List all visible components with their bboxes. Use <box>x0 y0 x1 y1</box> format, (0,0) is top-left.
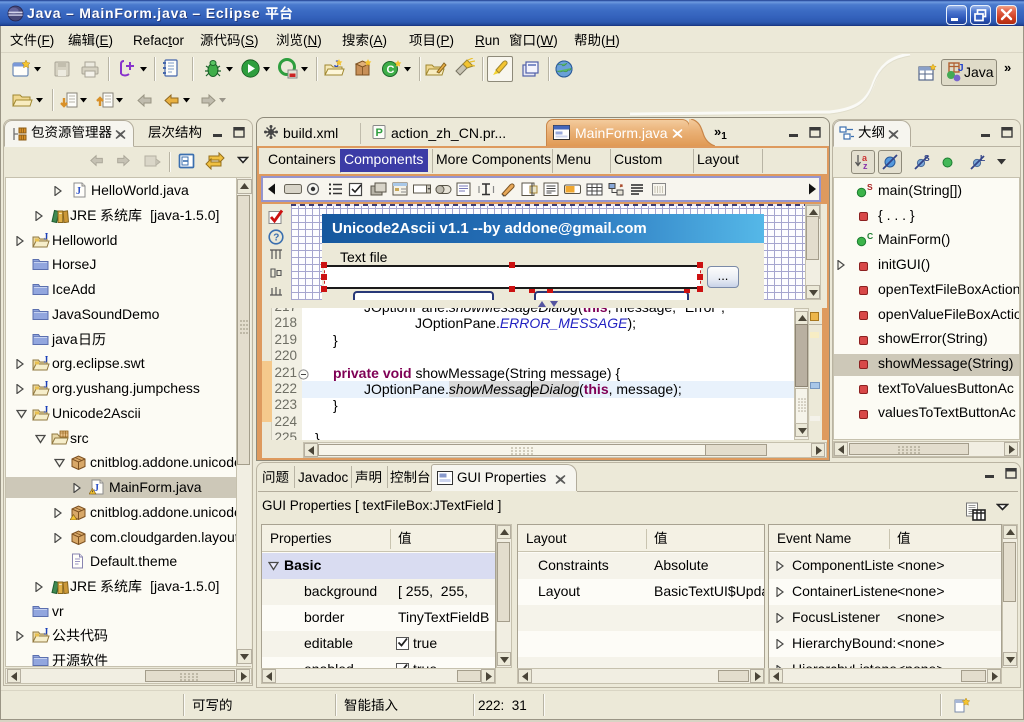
svg-text:J: J <box>44 233 49 243</box>
svg-text:J: J <box>44 628 49 638</box>
svg-text:S: S <box>924 153 930 163</box>
svg-text:P: P <box>376 127 383 139</box>
svg-text:C: C <box>387 64 395 76</box>
svg-text:J: J <box>76 186 81 197</box>
svg-text:L: L <box>980 153 985 163</box>
svg-text:z: z <box>863 161 868 171</box>
svg-text:J: J <box>44 406 49 416</box>
svg-text:J: J <box>44 381 49 391</box>
svg-text:C: C <box>867 232 873 241</box>
svg-text:J: J <box>958 63 964 74</box>
svg-text:J: J <box>44 356 49 366</box>
svg-text:S: S <box>867 183 873 192</box>
svg-text:?: ? <box>273 233 279 244</box>
